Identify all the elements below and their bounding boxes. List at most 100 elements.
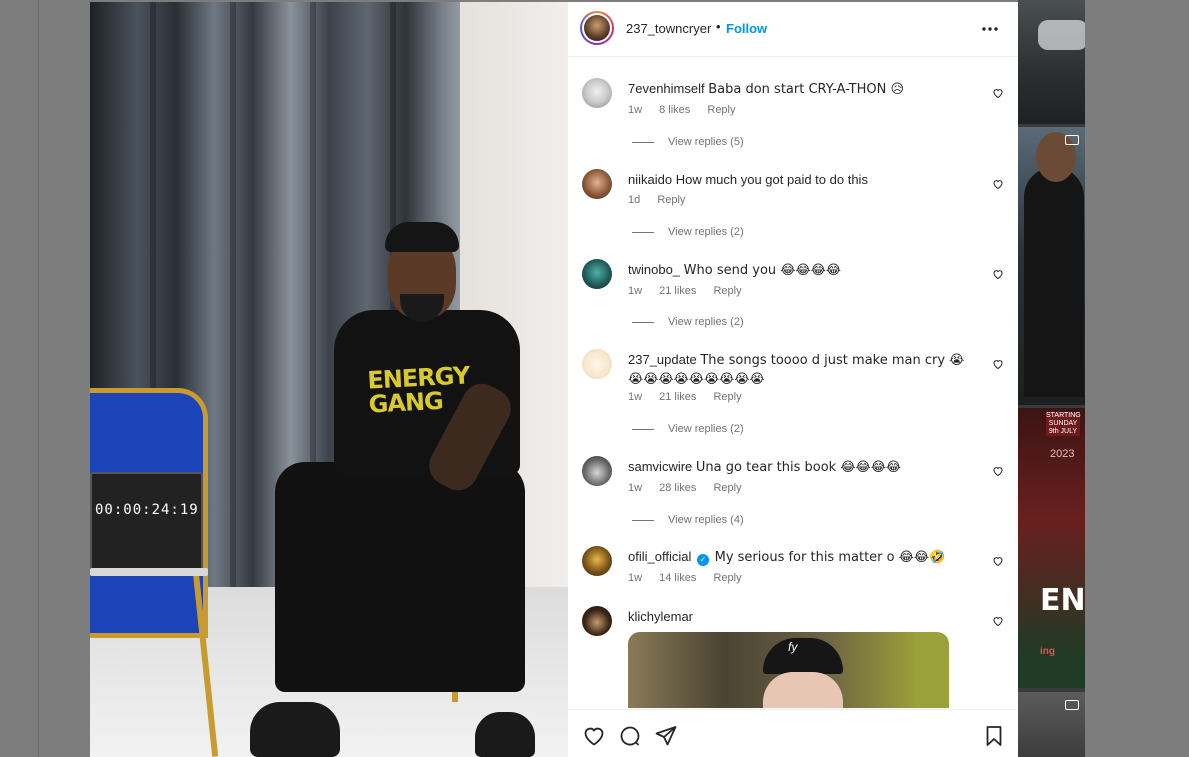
gif-cap (763, 638, 843, 674)
heart-icon[interactable] (992, 177, 1006, 191)
man-legs (275, 462, 525, 692)
laptop-timer: 00:00:24:19 (95, 502, 199, 518)
thumbnail-year: 2023 (1050, 448, 1075, 460)
comment-meta: 1w 8 likes Reply (628, 104, 750, 116)
verified-icon: ✓ (696, 554, 709, 566)
comment-text: Who send you 😂😂😂😂 (683, 263, 842, 278)
comment-meta: 1w 28 likes Reply (628, 482, 756, 494)
feed-thumbnail-4[interactable] (1018, 692, 1085, 757)
view-replies-label: View replies (2) (668, 226, 744, 238)
man-hair (385, 222, 459, 252)
heart-icon[interactable] (992, 267, 1006, 281)
replies-line (632, 519, 654, 521)
comment-meta: 1w 21 likes Reply (628, 391, 756, 403)
reply-button[interactable]: Reply (713, 572, 741, 584)
page-divider (38, 0, 39, 757)
comment-text: Una go tear this book 😂😂😂😂 (695, 460, 902, 475)
commenter-username[interactable]: 237_update (628, 352, 697, 367)
view-replies-label: View replies (2) (668, 423, 744, 435)
commenter-username[interactable]: niikaido (628, 172, 672, 187)
laptop: 00:00:24:19 (90, 472, 203, 572)
post-header: 237_towncryer • Follow (568, 2, 1018, 57)
follow-button[interactable]: Follow (726, 21, 767, 36)
comment-time: 1w (628, 391, 643, 403)
comment-content: ofili_official ✓ My serious for this mat… (628, 548, 983, 567)
heart-icon[interactable] (992, 614, 1006, 628)
commenter-avatar[interactable] (582, 606, 612, 636)
commenter-username[interactable]: klichylemar (628, 609, 693, 624)
view-replies-button[interactable]: View replies (2) (632, 423, 744, 435)
comment-content: twinobo_ Who send you 😂😂😂😂 (628, 261, 983, 280)
comment-content: 237_update The songs toooo d just make m… (628, 351, 968, 389)
comment-likes[interactable]: 21 likes (659, 391, 696, 403)
commenter-avatar[interactable] (582, 78, 612, 108)
commenter-avatar[interactable] (582, 546, 612, 576)
gif-face (763, 672, 843, 708)
comment-time: 1w (628, 482, 643, 494)
comment-likes[interactable]: 14 likes (659, 572, 696, 584)
commenter-avatar[interactable] (582, 456, 612, 486)
feed-thumbnail-2[interactable] (1018, 127, 1085, 405)
view-replies-label: View replies (4) (668, 514, 744, 526)
post-panel: 237_towncryer • Follow 7evenhimself Baba… (568, 2, 1018, 757)
view-replies-button[interactable]: View replies (2) (632, 226, 744, 238)
laptop-base (90, 568, 208, 576)
view-replies-button[interactable]: View replies (2) (632, 316, 744, 328)
thumbnail-person (1024, 167, 1084, 397)
reel-icon (1065, 700, 1079, 710)
commenter-avatar[interactable] (582, 349, 612, 379)
comments-list[interactable]: 7evenhimself Baba don start CRY-A-THON 😥… (568, 58, 1018, 708)
reel-icon (1065, 135, 1079, 145)
comment-text: Baba don start CRY-A-THON 😥 (708, 82, 905, 97)
replies-line (632, 141, 654, 143)
avatar-image (584, 15, 610, 41)
author-username[interactable]: 237_towncryer (626, 21, 711, 36)
commenter-username[interactable]: samvicwire (628, 459, 692, 474)
commenter-username[interactable]: ofili_official (628, 549, 691, 564)
heart-icon[interactable] (992, 464, 1006, 478)
heart-icon[interactable] (582, 724, 606, 748)
reply-button[interactable]: Reply (713, 482, 741, 494)
comment-content: 7evenhimself Baba don start CRY-A-THON 😥 (628, 80, 983, 99)
post-media[interactable]: 00:00:24:19 ENERGY GANG (90, 2, 568, 757)
thumbnail-car (1038, 20, 1085, 50)
comment-likes[interactable]: 8 likes (659, 104, 690, 116)
commenter-username[interactable]: twinobo_ (628, 262, 680, 277)
feed-thumbnail-1[interactable] (1018, 0, 1085, 124)
reply-button[interactable]: Reply (657, 194, 685, 206)
view-replies-button[interactable]: View replies (4) (632, 514, 744, 526)
share-icon[interactable] (654, 724, 678, 748)
page-backdrop-right (1085, 0, 1189, 757)
comment-gif[interactable]: fy (628, 632, 949, 708)
view-replies-button[interactable]: View replies (5) (632, 136, 744, 148)
feed-thumbnail-3[interactable]: STARTING SUNDAY 9th JULY 2023 EN ing (1018, 408, 1085, 688)
reply-button[interactable]: Reply (713, 391, 741, 403)
comment-meta: 1w 21 likes Reply (628, 285, 756, 297)
author-avatar[interactable] (580, 11, 614, 45)
commenter-username[interactable]: 7evenhimself (628, 81, 705, 96)
heart-icon[interactable] (992, 86, 1006, 100)
reply-button[interactable]: Reply (713, 285, 741, 297)
more-icon[interactable] (982, 15, 998, 36)
comment-content: niikaido How much you got paid to do thi… (628, 171, 983, 189)
reply-button[interactable]: Reply (707, 104, 735, 116)
comment-text: How much you got paid to do this (675, 172, 868, 187)
comment-meta: 1d Reply (628, 194, 699, 206)
comment-content: klichylemar (628, 608, 983, 626)
comment-time: 1d (628, 194, 641, 206)
heart-icon[interactable] (992, 554, 1006, 568)
comment-likes[interactable]: 21 likes (659, 285, 696, 297)
heart-icon[interactable] (992, 357, 1006, 371)
comment-time: 1w (628, 572, 643, 584)
commenter-avatar[interactable] (582, 259, 612, 289)
thumbnail-sub-text: ing (1040, 646, 1055, 657)
bookmark-icon[interactable] (982, 724, 1006, 748)
comment-likes[interactable]: 28 likes (659, 482, 696, 494)
comment-content: samvicwire Una go tear this book 😂😂😂😂 (628, 458, 983, 477)
comment-meta: 1w 14 likes Reply (628, 572, 756, 584)
comment-icon[interactable] (618, 724, 642, 748)
thumbnail-starting-label: STARTING SUNDAY 9th JULY (1046, 412, 1081, 436)
commenter-avatar[interactable] (582, 169, 612, 199)
comment-time: 1w (628, 285, 643, 297)
header-separator: • (716, 19, 721, 34)
